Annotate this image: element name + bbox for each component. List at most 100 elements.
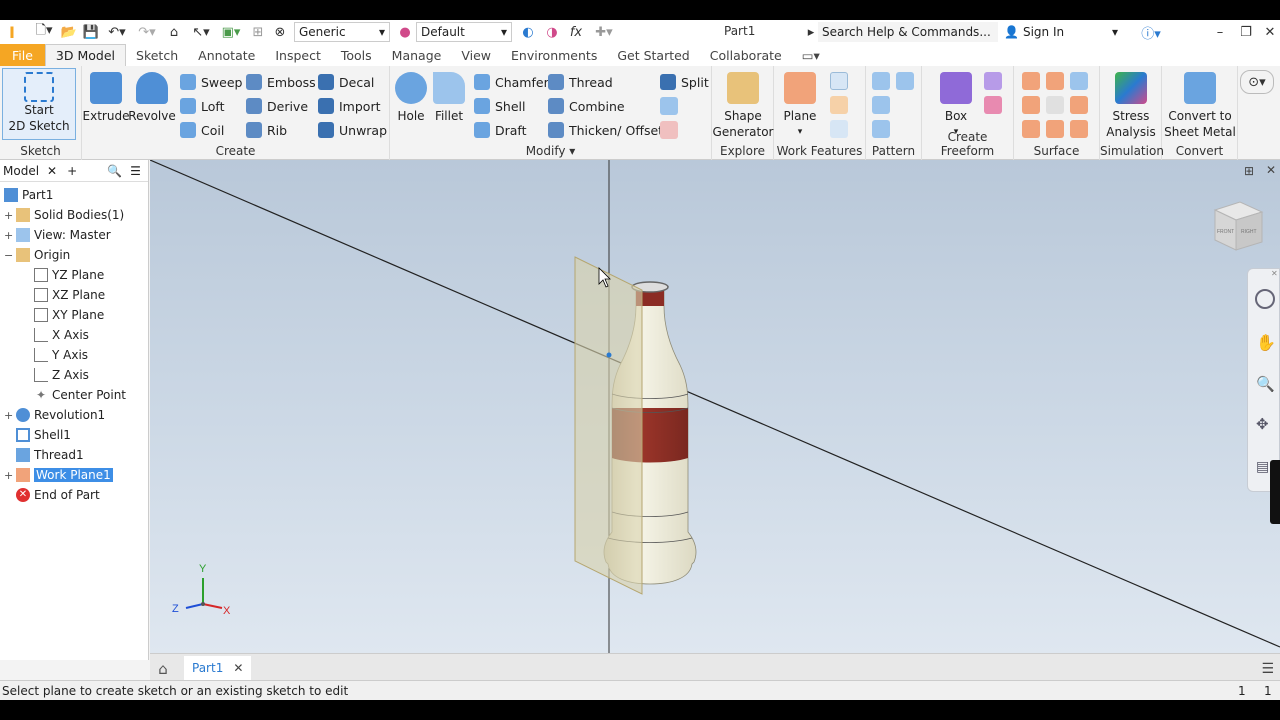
viewport-close-icon[interactable]: ✕ (1266, 163, 1276, 177)
tab-get-started[interactable]: Get Started (607, 44, 699, 66)
tree-node-y-axis[interactable]: Y Axis (34, 345, 88, 365)
customize-icon[interactable]: ✚▾ (588, 22, 620, 42)
tree-node-yz-plane[interactable]: YZ Plane (34, 265, 104, 285)
redo-icon[interactable]: ↷▾ (132, 22, 162, 42)
freeform-edit-icon[interactable] (984, 72, 1002, 90)
restore-icon[interactable]: ❐ (1236, 22, 1256, 42)
update-icon[interactable]: ▣▾ (216, 22, 246, 42)
measure-icon[interactable]: ⊞ (246, 22, 270, 42)
tab-manage[interactable]: Manage (382, 44, 452, 66)
shape-generator-button[interactable]: Shape Generator (713, 72, 773, 140)
thicken-offset-button[interactable]: Thicken/ Offset (548, 120, 663, 140)
tab-tools[interactable]: Tools (331, 44, 382, 66)
undo-icon[interactable]: ↶▾ (102, 22, 132, 42)
select-icon[interactable]: ↖▾ (186, 22, 216, 42)
extrude-button[interactable]: Extrude (83, 72, 129, 124)
expand-icon[interactable]: + (4, 409, 14, 422)
convert-sheet-metal-button[interactable]: Convert to Sheet Metal (1164, 72, 1236, 140)
plane-button[interactable]: Plane ▾ (780, 72, 820, 140)
revolve-button[interactable]: Revolve (128, 72, 176, 124)
coil-button[interactable]: Coil (180, 120, 224, 140)
tree-node-xz-plane[interactable]: XZ Plane (34, 285, 105, 305)
ribbon-extra-icon[interactable]: ⊙▾ (1240, 70, 1274, 94)
shell-button[interactable]: Shell (474, 96, 526, 116)
hole-button[interactable]: Hole (394, 72, 428, 124)
tabs-menu-icon[interactable]: ☰ (1261, 661, 1274, 677)
tree-node-end-of-part[interactable]: ✕ End of Part (16, 485, 100, 505)
delete-face-icon[interactable] (660, 121, 678, 139)
decal-button[interactable]: Decal (318, 72, 374, 92)
direct-edit-icon[interactable] (660, 97, 678, 115)
steering-wheel-icon[interactable] (1255, 289, 1275, 309)
viewport-layout-icon[interactable]: ⊞ (1244, 164, 1254, 178)
tab-3d-model[interactable]: 3D Model (44, 44, 127, 66)
sweep-button[interactable]: Sweep (180, 72, 242, 92)
save-icon[interactable]: 💾 (80, 22, 102, 42)
tree-node-solid-bodies[interactable]: + Solid Bodies(1) (4, 205, 124, 225)
viewport-scroll-handle[interactable] (1270, 460, 1280, 524)
sketch-pattern-icon[interactable] (872, 120, 890, 138)
stitch-icon[interactable] (1022, 72, 1040, 90)
adjust-icon[interactable]: ◐ (516, 22, 540, 42)
home-tab-icon[interactable]: ⌂ (150, 660, 176, 678)
fillet-button[interactable]: Fillet (432, 72, 466, 124)
work-axis-icon[interactable] (830, 72, 848, 90)
clear-appearance-icon[interactable]: ◑ (540, 22, 564, 42)
graphics-viewport[interactable]: Y X Z FRONT RIGHT ⊞ ✕ ✋ 🔍 ✥ ▤ ✕ (150, 160, 1280, 653)
import-button[interactable]: Import (318, 96, 381, 116)
collapse-icon[interactable]: − (4, 249, 14, 262)
tree-node-x-axis[interactable]: X Axis (34, 325, 89, 345)
orbit-icon[interactable]: ✥ (1256, 415, 1269, 433)
ribbon-options-icon[interactable]: ▭▾ (792, 44, 830, 66)
modify-panel-title[interactable]: Modify ▾ (390, 144, 711, 158)
loft-button[interactable]: Loft (180, 96, 224, 116)
split-button[interactable]: Split (660, 72, 709, 92)
document-tab-part1[interactable]: Part1 ✕ (184, 655, 252, 682)
close-window-icon[interactable]: ✕ (1260, 22, 1280, 42)
tab-file[interactable]: File (0, 44, 45, 66)
tab-inspect[interactable]: Inspect (265, 44, 331, 66)
tree-node-shell[interactable]: Shell1 (16, 425, 71, 445)
tree-node-xy-plane[interactable]: XY Plane (34, 305, 104, 325)
tab-sketch[interactable]: Sketch (126, 44, 188, 66)
tab-view[interactable]: View (451, 44, 501, 66)
tree-node-center-point[interactable]: ✦ Center Point (34, 385, 126, 405)
combine-button[interactable]: Combine (548, 96, 625, 116)
replace-face-icon[interactable] (1070, 96, 1088, 114)
draft-button[interactable]: Draft (474, 120, 527, 140)
rectangular-pattern-icon[interactable] (872, 72, 890, 90)
tree-node-work-plane[interactable]: + Work Plane1 (4, 465, 113, 485)
tree-node-origin[interactable]: − Origin (4, 245, 70, 265)
derive-button[interactable]: Derive (246, 96, 308, 116)
tab-environments[interactable]: Environments (501, 44, 607, 66)
circular-pattern-icon[interactable] (872, 96, 890, 114)
viewcube[interactable]: FRONT RIGHT (1213, 201, 1264, 251)
trim-icon[interactable] (1022, 96, 1040, 114)
tree-node-view[interactable]: + View: Master (4, 225, 111, 245)
material-select[interactable]: Generic ▾ (294, 22, 390, 42)
open-file-icon[interactable]: 📂 (58, 22, 80, 42)
start-2d-sketch-button[interactable]: Start 2D Sketch (2, 68, 76, 140)
expand-icon[interactable]: + (4, 229, 14, 242)
rib-button[interactable]: Rib (246, 120, 287, 140)
thread-button[interactable]: Thread (548, 72, 613, 92)
tree-node-part[interactable]: Part1 (4, 185, 53, 205)
sign-in-button[interactable]: 👤 Sign In ▾ (1004, 22, 1118, 42)
emboss-button[interactable]: Emboss (246, 72, 316, 92)
tab-collaborate[interactable]: Collaborate (700, 44, 792, 66)
boundary-patch-icon[interactable] (1070, 120, 1088, 138)
repair-icon[interactable] (1022, 120, 1040, 138)
stress-analysis-button[interactable]: Stress Analysis (1102, 72, 1160, 140)
expand-icon[interactable]: + (4, 469, 14, 482)
minimize-icon[interactable]: – (1210, 22, 1230, 42)
expand-icon[interactable]: + (4, 209, 14, 222)
appearance-select[interactable]: Default ▾ (416, 22, 512, 42)
work-point-icon[interactable] (830, 96, 848, 114)
app-logo-icon[interactable]: I (0, 22, 24, 42)
search-input[interactable]: Search Help & Commands... (818, 22, 998, 42)
mirror-icon[interactable] (896, 72, 914, 90)
close-icon[interactable]: ✕ (47, 164, 67, 178)
help-icon[interactable]: ⓘ▾ (1134, 22, 1168, 42)
tree-node-revolution[interactable]: + Revolution1 (4, 405, 105, 425)
navbar-close-icon[interactable]: ✕ (1271, 269, 1278, 278)
